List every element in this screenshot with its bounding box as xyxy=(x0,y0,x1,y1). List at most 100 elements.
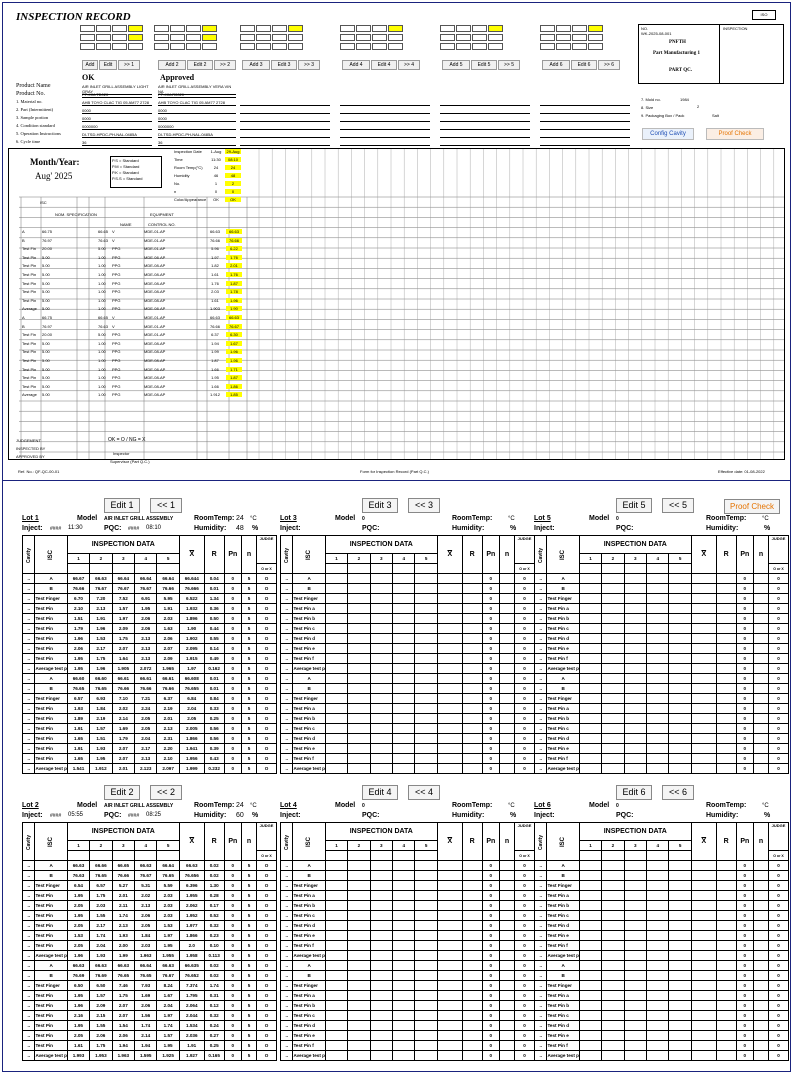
result-cell[interactable]: 0 xyxy=(513,613,536,624)
sample-value-cell[interactable] xyxy=(347,990,371,1001)
result-cell[interactable] xyxy=(499,970,515,981)
sample-value-cell[interactable] xyxy=(578,573,603,584)
result-cell[interactable] xyxy=(753,890,769,901)
result-cell[interactable] xyxy=(690,1020,717,1031)
sample-value-cell[interactable]: 2.15 xyxy=(89,1010,113,1021)
sample-value-cell[interactable] xyxy=(668,743,692,754)
result-cell[interactable]: 0.23 xyxy=(203,930,225,941)
result-cell[interactable]: 0 xyxy=(481,573,501,584)
result-cell[interactable]: 5 xyxy=(241,713,257,724)
result-cell[interactable]: 0 xyxy=(481,623,501,634)
result-cell[interactable]: 5 xyxy=(241,603,257,614)
result-cell[interactable] xyxy=(690,970,717,981)
sample-value-cell[interactable] xyxy=(369,633,394,644)
result-cell[interactable] xyxy=(461,1020,483,1031)
result-cell[interactable]: 0 xyxy=(223,860,243,871)
sample-value-cell[interactable] xyxy=(414,743,438,754)
lot-edit-button[interactable]: Edit 2 xyxy=(104,785,140,800)
result-cell[interactable]: 5 xyxy=(241,1000,257,1011)
result-cell[interactable]: 5 xyxy=(241,753,257,764)
sample-value-cell[interactable]: 2.06 xyxy=(111,1030,136,1041)
result-cell[interactable] xyxy=(715,593,737,604)
sample-value-cell[interactable] xyxy=(414,970,438,981)
sample-value-cell[interactable] xyxy=(601,703,625,714)
result-cell[interactable]: 5 xyxy=(241,900,257,911)
sample-value-cell[interactable] xyxy=(369,763,394,774)
sample-value-cell[interactable]: 76.66 xyxy=(134,683,158,694)
result-cell[interactable]: 0 xyxy=(481,613,501,624)
sample-value-cell[interactable] xyxy=(324,920,349,931)
result-cell[interactable]: O xyxy=(255,900,278,911)
sample-value-cell[interactable] xyxy=(414,763,438,774)
result-cell[interactable]: 0 xyxy=(735,703,755,714)
result-cell[interactable] xyxy=(690,693,717,704)
result-cell[interactable]: 5 xyxy=(241,723,257,734)
result-cell[interactable]: 5 xyxy=(241,703,257,714)
sample-value-cell[interactable] xyxy=(646,723,670,734)
sample-value-cell[interactable]: 2.03 xyxy=(134,940,158,951)
result-cell[interactable] xyxy=(436,920,463,931)
result-cell[interactable] xyxy=(436,990,463,1001)
sample-value-cell[interactable]: 2.09 xyxy=(89,1000,113,1011)
result-cell[interactable]: O xyxy=(255,633,278,644)
result-cell[interactable] xyxy=(436,733,463,744)
sample-value-cell[interactable] xyxy=(347,763,371,774)
sample-value-cell[interactable]: 66.63 xyxy=(66,960,91,971)
sample-value-cell[interactable] xyxy=(601,1020,625,1031)
lot-back-button[interactable]: << 6 xyxy=(662,785,694,800)
sample-value-cell[interactable] xyxy=(414,960,438,971)
result-cell[interactable]: 0 xyxy=(735,990,755,1001)
result-cell[interactable]: 6.84 xyxy=(178,693,205,704)
result-cell[interactable]: 1.30 xyxy=(203,880,225,891)
sample-value-cell[interactable]: 1.84 xyxy=(89,703,113,714)
sample-value-cell[interactable] xyxy=(369,1010,394,1021)
result-cell[interactable]: 0.14 xyxy=(203,643,225,654)
edit-button[interactable]: Edit 3 xyxy=(271,60,297,70)
result-cell[interactable]: 1.97 xyxy=(178,663,205,674)
sample-value-cell[interactable] xyxy=(623,633,648,644)
result-cell[interactable] xyxy=(461,633,483,644)
add-button[interactable]: Add 5 xyxy=(442,60,470,70)
result-cell[interactable]: 0 xyxy=(481,593,501,604)
result-cell[interactable]: 0 xyxy=(513,703,536,714)
nav-forward-button[interactable]: >> 3 xyxy=(298,60,320,70)
sample-value-cell[interactable] xyxy=(578,663,603,674)
sample-value-cell[interactable]: 1.94 xyxy=(111,1040,136,1051)
sample-value-cell[interactable] xyxy=(623,940,648,951)
lot-back-button[interactable]: << 3 xyxy=(408,498,440,513)
sample-value-cell[interactable] xyxy=(578,910,603,921)
sample-value-cell[interactable]: 2.06 xyxy=(134,1000,158,1011)
sample-value-cell[interactable]: 66.60 xyxy=(89,673,113,684)
sample-value-cell[interactable] xyxy=(646,930,670,941)
sample-value-cell[interactable] xyxy=(392,940,416,951)
result-cell[interactable] xyxy=(715,940,737,951)
result-cell[interactable]: 0 xyxy=(513,1050,536,1061)
sample-value-cell[interactable]: 1.95 xyxy=(66,910,91,921)
result-cell[interactable]: 0.32 xyxy=(203,920,225,931)
sample-value-cell[interactable] xyxy=(668,613,692,624)
result-cell[interactable] xyxy=(436,880,463,891)
sample-value-cell[interactable] xyxy=(623,970,648,981)
result-cell[interactable] xyxy=(436,1010,463,1021)
sample-value-cell[interactable]: 6.37 xyxy=(156,693,180,704)
sample-value-cell[interactable] xyxy=(646,980,670,991)
sample-value-cell[interactable] xyxy=(601,880,625,891)
result-cell[interactable]: 0 xyxy=(735,1000,755,1011)
result-cell[interactable]: 0 xyxy=(481,743,501,754)
sample-value-cell[interactable] xyxy=(324,980,349,991)
sample-value-cell[interactable] xyxy=(369,753,394,764)
sample-value-cell[interactable] xyxy=(623,653,648,664)
result-cell[interactable] xyxy=(715,713,737,724)
sample-value-cell[interactable] xyxy=(392,673,416,684)
result-cell[interactable] xyxy=(461,743,483,754)
result-cell[interactable]: 0 xyxy=(223,613,243,624)
result-cell[interactable] xyxy=(715,870,737,881)
result-cell[interactable]: O xyxy=(255,930,278,941)
sample-value-cell[interactable]: 2.16 xyxy=(66,1010,91,1021)
nav-forward-button[interactable]: >> 6 xyxy=(598,60,620,70)
result-cell[interactable] xyxy=(436,633,463,644)
sample-value-cell[interactable]: 1.99 xyxy=(111,950,136,961)
sample-value-cell[interactable] xyxy=(324,623,349,634)
result-cell[interactable] xyxy=(499,920,515,931)
sample-value-cell[interactable] xyxy=(369,593,394,604)
